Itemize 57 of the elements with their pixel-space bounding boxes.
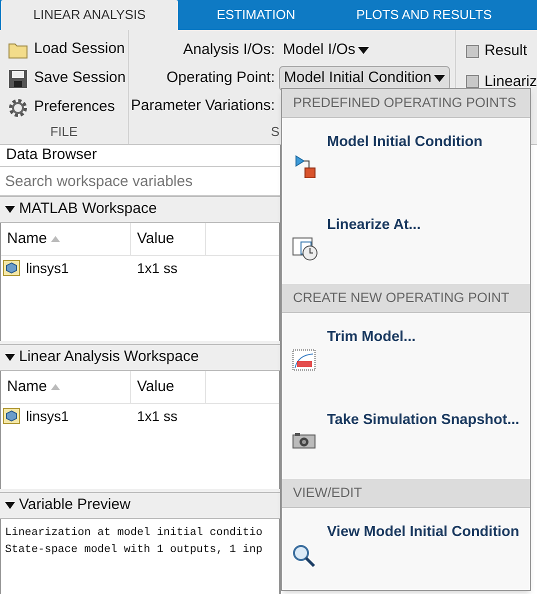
preview-text: State-space model with 1 outputs, 1 inp bbox=[5, 543, 264, 558]
dropdown-field[interactable]: Model Initial Condition bbox=[278, 66, 450, 90]
field-label: Parameter Variations: bbox=[130, 96, 276, 116]
camera-icon bbox=[292, 432, 316, 450]
checkbox-label: Lineariz bbox=[484, 72, 537, 92]
menu-item[interactable]: Model Initial Condition bbox=[282, 118, 530, 201]
menu-item[interactable]: Trim Model... bbox=[282, 313, 530, 396]
panel-title: MATLAB Workspace bbox=[19, 199, 157, 220]
folder-icon bbox=[8, 40, 28, 58]
settings-icon bbox=[8, 98, 28, 118]
column-header[interactable]: Value bbox=[131, 371, 206, 403]
field-label: Operating Point: bbox=[165, 68, 276, 88]
checkbox-label: Result bbox=[484, 41, 527, 61]
collapse-triangle-icon[interactable] bbox=[5, 206, 15, 213]
sort-arrow-icon bbox=[51, 384, 60, 390]
cube-icon bbox=[3, 408, 20, 424]
menu-item[interactable]: View Model Initial Condition bbox=[282, 508, 530, 591]
panel-header[interactable]: Variable Preview bbox=[0, 492, 280, 519]
section-label: FILE bbox=[50, 122, 78, 140]
collapse-triangle-icon[interactable] bbox=[5, 502, 15, 509]
preview-text: Linearization at model initial conditio bbox=[5, 526, 264, 541]
column-header[interactable]: Name bbox=[1, 223, 131, 255]
ribbon-button[interactable]: Preferences bbox=[8, 95, 128, 120]
menu-item[interactable]: Linearize At... bbox=[282, 201, 530, 284]
panel-title: Data Browser bbox=[0, 145, 280, 167]
field-label: Analysis I/Os: bbox=[182, 40, 276, 60]
cube-icon bbox=[3, 260, 20, 276]
variable-value: 1x1 ss bbox=[136, 406, 178, 426]
graph-icon bbox=[292, 349, 316, 371]
collapse-triangle-icon[interactable] bbox=[5, 354, 15, 361]
column-header[interactable]: Value bbox=[131, 223, 206, 255]
checkbox[interactable] bbox=[466, 44, 480, 58]
panel-header[interactable]: MATLAB Workspace bbox=[0, 196, 280, 223]
variable-name: linsys1 bbox=[26, 406, 69, 426]
search-field[interactable]: Search workspace variables bbox=[0, 167, 280, 196]
ribbon-tab[interactable]: ESTIMATION bbox=[178, 0, 334, 30]
ribbon-button[interactable]: Load Session bbox=[8, 37, 128, 62]
menu-section-header: PREDEFINED OPERATING POINTS bbox=[282, 89, 530, 118]
variable-name: linsys1 bbox=[26, 258, 69, 278]
checkbox[interactable] bbox=[466, 75, 480, 88]
ribbon-button[interactable]: Save Session bbox=[8, 66, 128, 91]
variable-value: 1x1 ss bbox=[136, 258, 178, 278]
panel-header[interactable]: Linear Analysis Workspace bbox=[0, 344, 280, 371]
column-header[interactable]: Name bbox=[1, 371, 131, 403]
ribbon-tab[interactable]: LINEAR ANALYSIS bbox=[1, 0, 178, 30]
menu-item[interactable]: Take Simulation Snapshot... bbox=[282, 396, 530, 479]
sort-arrow-icon bbox=[51, 236, 60, 242]
panel-title: Variable Preview bbox=[19, 495, 130, 516]
search-icon bbox=[292, 544, 316, 568]
dropdown-field[interactable]: Model I/Os bbox=[278, 38, 374, 62]
caret-icon bbox=[434, 74, 446, 82]
menu-section-header: VIEW/EDIT bbox=[282, 479, 530, 508]
chart-clock-icon bbox=[292, 237, 318, 261]
panel-title: Linear Analysis Workspace bbox=[19, 347, 199, 368]
ribbon-tab[interactable]: PLOTS AND RESULTS bbox=[334, 0, 514, 30]
menu-section-header: CREATE NEW OPERATING POINT bbox=[282, 284, 530, 313]
caret-icon bbox=[358, 46, 370, 54]
